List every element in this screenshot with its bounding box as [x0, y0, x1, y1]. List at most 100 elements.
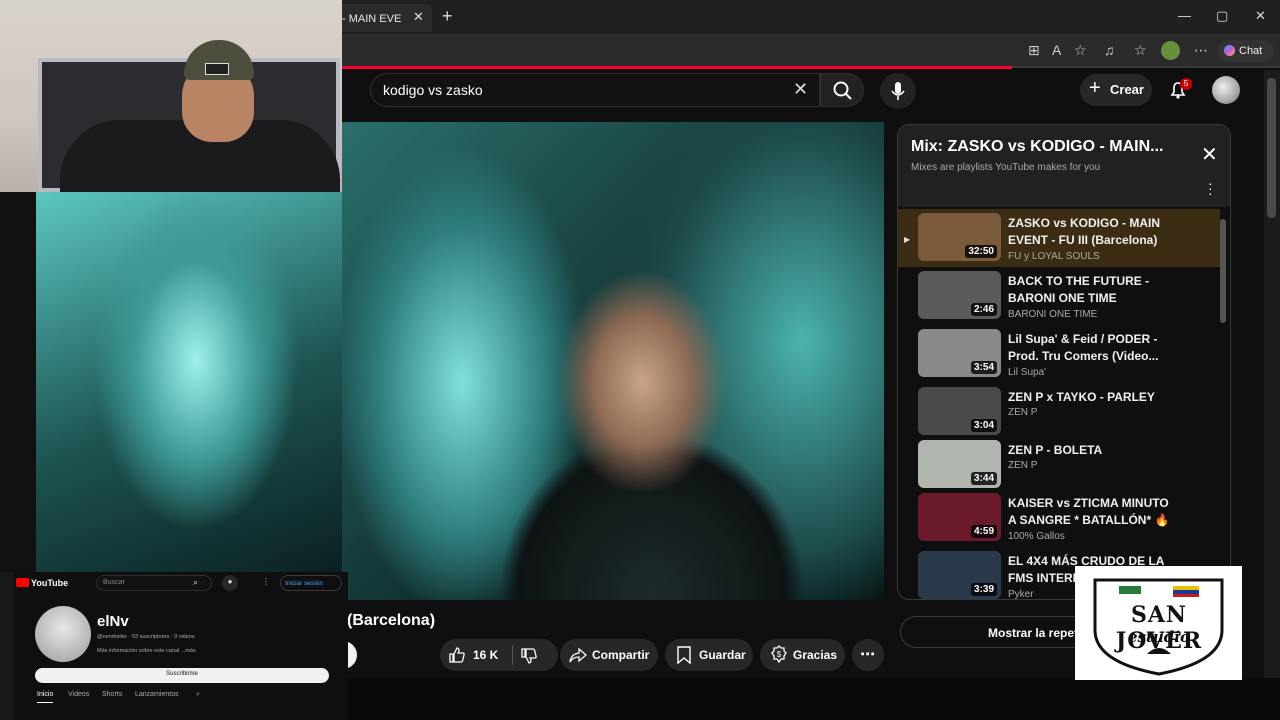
- video-duration: 3:04: [970, 419, 997, 432]
- playlist-item[interactable]: 3:04 ZEN P x TAYKO - PARLEY ZEN P: [898, 383, 1220, 436]
- video-title: BACK TO THE FUTURE - BARONI ONE TIME: [1008, 274, 1150, 305]
- playlist-item[interactable]: 3:44 ZEN P - BOLETA ZEN P: [898, 436, 1220, 489]
- favorite-star-icon[interactable]: ☆: [1074, 42, 1087, 59]
- plus-icon: +: [1089, 77, 1101, 99]
- browser-more-icon[interactable]: ⋯: [1194, 42, 1208, 59]
- window-close-icon[interactable]: ✕: [1255, 8, 1266, 24]
- thanks-button[interactable]: $ Gracias: [760, 639, 845, 671]
- like-divider: [512, 645, 513, 665]
- playlist-scrollbar[interactable]: [1220, 219, 1226, 323]
- video-duration: 2:46: [970, 303, 997, 316]
- thumbs-up-icon: [449, 647, 465, 663]
- channel-name: FU y LOYAL SOULS: [1008, 251, 1100, 262]
- beanie-patch: [205, 63, 229, 75]
- channel-name: Pyker: [1008, 589, 1034, 600]
- channel-name: ZEN P: [1008, 407, 1038, 418]
- profile-icon[interactable]: [1161, 41, 1180, 60]
- minimize-icon[interactable]: —: [1178, 8, 1191, 23]
- video-thumbnail: 32:50: [918, 213, 1001, 261]
- channel-name: Lil Supa': [1008, 367, 1047, 378]
- playlist-item[interactable]: ▶ 32:50 ZASKO vs KODIGO - MAIN EVENT - F…: [898, 209, 1220, 267]
- close-playlist-icon[interactable]: ✕: [1201, 142, 1218, 167]
- like-count: 16 K: [473, 648, 499, 662]
- playlist-more-icon[interactable]: · · ·: [1208, 176, 1213, 200]
- channel-stats: @nervbeiter · 93 suscriptores · 9 videos: [97, 634, 195, 640]
- video-title-heading: (Barcelona): [347, 612, 436, 629]
- mini-login-button[interactable]: Iniciar sesión: [280, 575, 342, 591]
- thumbs-down-icon[interactable]: [520, 647, 538, 665]
- page-scrollbar-thumb[interactable]: [1267, 78, 1276, 218]
- apps-icon[interactable]: ⊞: [1028, 42, 1040, 59]
- share-button[interactable]: Compartir: [560, 639, 658, 671]
- mini-more-icon[interactable]: ⋮: [262, 577, 270, 586]
- channel-about[interactable]: Más información sobre este canal ...más: [97, 648, 196, 654]
- channel-tab-shorts[interactable]: Shorts: [102, 691, 122, 698]
- more-actions-button[interactable]: ⋯: [852, 639, 884, 671]
- playlist-item[interactable]: 2:46 BACK TO THE FUTURE - BARONI ONE TIM…: [898, 267, 1220, 325]
- mini-search-icon[interactable]: ⌕: [193, 577, 198, 588]
- share-label: Compartir: [592, 648, 650, 662]
- maximize-icon[interactable]: ▢: [1216, 8, 1228, 24]
- subscribe-button[interactable]: Suscribirme: [35, 668, 329, 683]
- new-tab-icon[interactable]: +: [442, 6, 453, 27]
- search-icon: [833, 81, 852, 100]
- mini-login-label: Iniciar sesión: [285, 580, 323, 587]
- loop-label: Mostrar la repeti: [988, 626, 1082, 640]
- create-button[interactable]: + Crear: [1080, 74, 1152, 106]
- channel-tab-home[interactable]: Inicio: [37, 691, 54, 703]
- subscribe-label: Suscribirme: [166, 671, 198, 677]
- clear-search-icon[interactable]: ✕: [793, 79, 808, 100]
- video-duration: 3:44: [970, 472, 997, 485]
- video-thumbnail: 3:44: [918, 440, 1001, 488]
- video-player-extension: [36, 190, 342, 572]
- youtube-logo-text: YouTube: [31, 578, 69, 588]
- save-button[interactable]: Guardar: [665, 639, 753, 671]
- video-title: ZASKO vs KODIGO - MAIN EVENT - FU III (B…: [1008, 216, 1161, 247]
- favorites-icon[interactable]: ☆: [1134, 42, 1147, 59]
- page-load-progress: [342, 66, 1012, 69]
- video-player[interactable]: [342, 122, 884, 600]
- channel-search-icon[interactable]: ⌕: [196, 691, 200, 699]
- mini-microphone-icon[interactable]: ●: [222, 575, 238, 591]
- webcam-overlay: [0, 0, 342, 192]
- voice-search-button[interactable]: [880, 73, 916, 109]
- like-button[interactable]: 16 K: [440, 639, 558, 671]
- thanks-icon: $: [771, 645, 787, 664]
- tab-close-icon[interactable]: ✕: [413, 9, 424, 25]
- thanks-label: Gracias: [793, 648, 838, 662]
- copilot-icon: [1224, 45, 1235, 56]
- playlist-items: ▶ 32:50 ZASKO vs KODIGO - MAIN EVENT - F…: [898, 209, 1230, 600]
- show-loop-button[interactable]: Mostrar la repeti: [900, 616, 1100, 648]
- channel-name: ZEN P: [1008, 460, 1038, 471]
- search-input[interactable]: kodigo vs zasko: [370, 73, 820, 107]
- youtube-logo[interactable]: YouTube: [16, 578, 68, 588]
- search-button[interactable]: [820, 73, 864, 107]
- bottom-strip: [342, 678, 1280, 720]
- video-duration: 32:50: [965, 245, 997, 258]
- channel-tab-videos[interactable]: Videos: [68, 691, 89, 698]
- channel-name: 100% Gallos: [1008, 531, 1065, 542]
- playlist-item[interactable]: 4:59 KAISER vs ZTICMA MINUTO A SANGRE * …: [898, 489, 1220, 547]
- stream-background: [0, 190, 36, 572]
- browser-tab-title: - MAIN EVE: [342, 13, 402, 25]
- save-label: Guardar: [699, 648, 746, 662]
- read-aloud-icon[interactable]: A: [1052, 42, 1061, 58]
- copilot-chat-button[interactable]: Chat: [1218, 40, 1274, 62]
- video-duration: 3:54: [970, 361, 997, 374]
- playlist-title[interactable]: Mix: ZASKO vs KODIGO - MAIN...: [911, 138, 1163, 156]
- microphone-icon: [891, 82, 905, 100]
- account-avatar[interactable]: [1212, 76, 1240, 104]
- media-icon[interactable]: ♫: [1104, 42, 1115, 58]
- channel-avatar: [35, 606, 91, 662]
- playlist-subtitle: Mixes are playlists YouTube makes for yo…: [911, 162, 1101, 173]
- screen: - MAIN EVE ✕ + — ▢ ✕ ⊞ A ☆ ♫ ☆ ⋯ Chat ko…: [0, 0, 1280, 720]
- bookmark-icon: [677, 646, 691, 664]
- svg-text:$: $: [777, 650, 782, 659]
- channel-name: BARONI ONE TIME: [1008, 309, 1098, 320]
- video-title: KAISER vs ZTICMA MINUTO A SANGRE * BATAL…: [1008, 496, 1170, 527]
- video-title: ZEN P x TAYKO - PARLEY: [1008, 390, 1155, 404]
- chat-label: Chat: [1239, 45, 1263, 57]
- channel-tab-releases[interactable]: Lanzamientos: [135, 691, 179, 698]
- playlist-item[interactable]: 3:54 Lil Supa' & Feid / PODER - Prod. Tr…: [898, 325, 1220, 383]
- video-thumbnail: 3:04: [918, 387, 1001, 435]
